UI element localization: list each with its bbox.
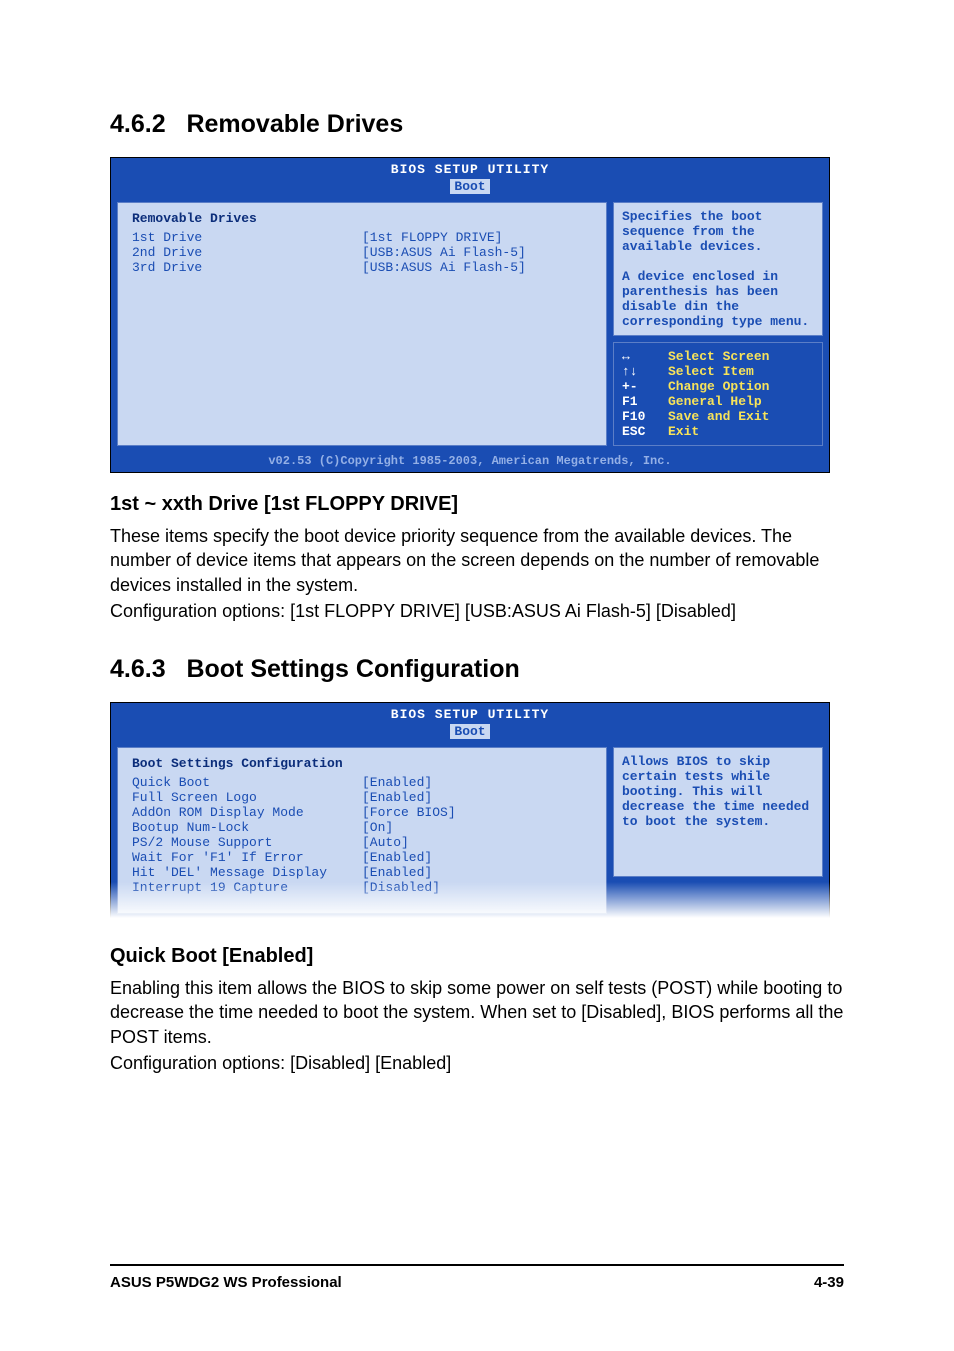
bios1-row-2-label: 2nd Drive (132, 245, 362, 260)
bios2-row-4[interactable]: Bootup Num-Lock[On] (132, 820, 592, 835)
bios2-row-3[interactable]: AddOn ROM Display Mode[Force BIOS] (132, 805, 592, 820)
sub1-heading: 1st ~ xxth Drive [1st FLOPPY DRIVE] (110, 493, 844, 516)
bios1-key-change-option: +-Change Option (622, 379, 814, 394)
bios2-header: BIOS SETUP UTILITY Boot (111, 703, 829, 741)
bios2-row-7[interactable]: Hit 'DEL' Message Display[Enabled] (132, 865, 592, 880)
bios2-row-2[interactable]: Full Screen Logo[Enabled] (132, 790, 592, 805)
section-463-title: Boot Settings Configuration (186, 655, 519, 683)
bios1-left-panel: Removable Drives 1st Drive [1st FLOPPY D… (117, 202, 607, 446)
bios1-keys-panel: ↔Select Screen ↑↓Select Item +-Change Op… (613, 342, 823, 446)
bios1-row-3[interactable]: 3rd Drive [USB:ASUS Ai Flash-5] (132, 260, 592, 275)
bios1-row-3-label: 3rd Drive (132, 260, 362, 275)
bios2-row-8[interactable]: Interrupt 19 Capture[Disabled] (132, 880, 592, 895)
sub2-para1: Enabling this item allows the BIOS to sk… (110, 976, 844, 1049)
section-462-heading: 4.6.2 Removable Drives (110, 110, 844, 139)
footer-right: 4-39 (814, 1274, 844, 1291)
bios2-row-6[interactable]: Wait For 'F1' If Error[Enabled] (132, 850, 592, 865)
section-463-number: 4.6.3 (110, 655, 166, 683)
section-463-heading: 4.6.3 Boot Settings Configuration (110, 655, 844, 684)
bios1-row-3-value: [USB:ASUS Ai Flash-5] (362, 260, 592, 275)
bios1-row-1[interactable]: 1st Drive [1st FLOPPY DRIVE] (132, 230, 592, 245)
bios1-key-select-screen: ↔Select Screen (622, 349, 814, 364)
bios2-title: BIOS SETUP UTILITY (111, 707, 829, 722)
bios2-tab: Boot (450, 724, 489, 739)
bios2-row-5[interactable]: PS/2 Mouse Support[Auto] (132, 835, 592, 850)
bios-screenshot-boot-settings: BIOS SETUP UTILITY Boot Boot Settings Co… (110, 702, 830, 921)
bios1-key-save-exit: F10Save and Exit (622, 409, 814, 424)
bios1-copyright: v02.53 (C)Copyright 1985-2003, American … (111, 452, 829, 472)
section-462-title: Removable Drives (186, 110, 403, 138)
sub2-para2: Configuration options: [Disabled] [Enabl… (110, 1051, 844, 1075)
sub1-para2: Configuration options: [1st FLOPPY DRIVE… (110, 599, 844, 623)
bios1-row-2[interactable]: 2nd Drive [USB:ASUS Ai Flash-5] (132, 245, 592, 260)
sub2-heading: Quick Boot [Enabled] (110, 945, 844, 968)
footer-left: ASUS P5WDG2 WS Professional (110, 1274, 342, 1291)
bios1-header: BIOS SETUP UTILITY Boot (111, 158, 829, 196)
page-footer: ASUS P5WDG2 WS Professional 4-39 (110, 1274, 844, 1291)
bios1-key-select-item: ↑↓Select Item (622, 364, 814, 379)
bios1-key-general-help: F1General Help (622, 394, 814, 409)
bios1-row-2-value: [USB:ASUS Ai Flash-5] (362, 245, 592, 260)
bios2-help-panel: Allows BIOS to skip certain tests while … (613, 747, 823, 877)
bios2-row-1[interactable]: Quick Boot[Enabled] (132, 775, 592, 790)
bios1-help-panel: Specifies the boot sequence from the ava… (613, 202, 823, 336)
bios1-panel-heading: Removable Drives (132, 211, 592, 226)
bios-screenshot-removable-drives: BIOS SETUP UTILITY Boot Removable Drives… (110, 157, 830, 473)
bios1-row-1-value: [1st FLOPPY DRIVE] (362, 230, 592, 245)
bios1-title: BIOS SETUP UTILITY (111, 162, 829, 177)
bios1-tab: Boot (450, 179, 489, 194)
bios1-key-exit: ESCExit (622, 424, 814, 439)
sub1-para1: These items specify the boot device prio… (110, 524, 844, 597)
section-462-number: 4.6.2 (110, 110, 166, 138)
bios1-row-1-label: 1st Drive (132, 230, 362, 245)
bios2-left-panel: Boot Settings Configuration Quick Boot[E… (117, 747, 607, 914)
bios2-panel-heading: Boot Settings Configuration (132, 756, 592, 771)
